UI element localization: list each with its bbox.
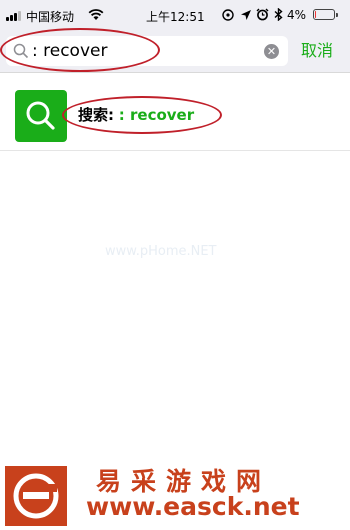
- battery-percent: 4%: [287, 8, 307, 22]
- watermark-logo: 易采游戏网 www.easck.net: [0, 458, 350, 526]
- result-keyword: : recover: [118, 106, 195, 124]
- search-bar: : recover ✕ 取消: [0, 30, 350, 73]
- watermark-text: www.pHome.NET: [105, 244, 217, 259]
- location-icon: [241, 10, 251, 20]
- search-suggestion-row[interactable]: 搜索: : recover: [0, 88, 350, 151]
- status-bar: 中国移动 上午12:51 4%: [0, 0, 350, 30]
- bluetooth-icon: [274, 8, 283, 21]
- result-prefix: 搜索:: [78, 106, 114, 124]
- signal-icon: [6, 11, 24, 21]
- screen-lock-icon: [222, 9, 234, 21]
- magnifier-icon: [26, 101, 55, 130]
- search-query: : recover: [32, 41, 108, 61]
- cancel-button[interactable]: 取消: [301, 39, 333, 63]
- brand-logo-icon: [5, 466, 67, 526]
- search-icon: [13, 43, 29, 59]
- clear-icon[interactable]: ✕: [264, 44, 279, 59]
- search-input[interactable]: : recover ✕: [6, 36, 288, 66]
- result-search-icon: [15, 90, 67, 142]
- wifi-icon: [88, 9, 104, 20]
- battery-icon: [313, 9, 338, 20]
- watermark-url: www.easck.net: [86, 492, 300, 521]
- clock: 上午12:51: [146, 10, 205, 24]
- result-label: 搜索: : recover: [78, 104, 194, 126]
- alarm-icon: [256, 8, 269, 21]
- carrier-label: 中国移动: [26, 10, 75, 24]
